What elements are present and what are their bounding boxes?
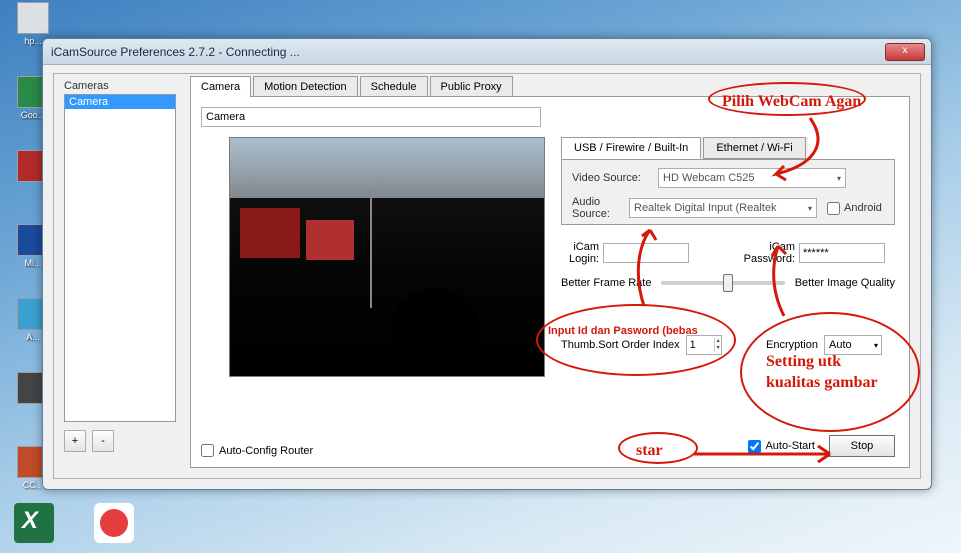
desktop-icon-label: hp... [24, 36, 42, 46]
cameras-list[interactable]: Camera [64, 94, 176, 422]
video-source-select[interactable]: HD Webcam C525 [658, 168, 846, 188]
window-title: iCamSource Preferences 2.7.2 - Connectin… [51, 45, 885, 59]
thumbsort-spinner[interactable]: 1 [686, 335, 722, 355]
cameras-label: Cameras [64, 80, 176, 92]
tab-motion[interactable]: Motion Detection [253, 76, 358, 97]
camera-preview [229, 137, 545, 377]
autostart-checkbox[interactable] [748, 440, 761, 453]
desktop-icon-label: A... [26, 332, 40, 342]
icam-login-label: iCam Login: [561, 241, 599, 265]
tab-proxy[interactable]: Public Proxy [430, 76, 513, 97]
list-item[interactable]: Camera [65, 95, 175, 109]
tab-ethernet[interactable]: Ethernet / Wi-Fi [703, 137, 805, 159]
stop-button[interactable]: Stop [829, 435, 895, 457]
desktop-icon-label: CC... [23, 480, 44, 490]
video-source-label: Video Source: [572, 172, 658, 184]
android-checkbox[interactable] [827, 202, 840, 215]
remove-camera-button[interactable]: - [92, 430, 114, 452]
preferences-window: iCamSource Preferences 2.7.2 - Connectin… [42, 38, 932, 490]
autoconfig-label: Auto-Config Router [219, 445, 313, 457]
autostart-label: Auto-Start [765, 440, 815, 452]
android-label: Android [844, 202, 882, 214]
desktop-icon-label: Mi... [25, 258, 42, 268]
close-button[interactable]: x [885, 43, 925, 61]
source-group: Video Source: HD Webcam C525 Audio Sourc… [561, 159, 895, 225]
quality-slider[interactable] [661, 281, 784, 285]
icam-login-input[interactable] [603, 243, 689, 263]
thumbsort-label: Thumb.Sort Order Index [561, 339, 680, 351]
tab-schedule[interactable]: Schedule [360, 76, 428, 97]
audio-source-label: Audio Source: [572, 196, 629, 220]
camera-name-input[interactable] [201, 107, 541, 127]
autoconfig-checkbox[interactable] [201, 444, 214, 457]
audio-source-select[interactable]: Realtek Digital Input (Realtek [629, 198, 817, 218]
encryption-label: Encryption [766, 339, 818, 351]
tab-usb[interactable]: USB / Firewire / Built-In [561, 137, 701, 159]
icam-password-label: iCam Password: [739, 241, 795, 265]
tab-camera[interactable]: Camera [190, 76, 251, 97]
slider-left-label: Better Frame Rate [561, 277, 651, 289]
nitro-icon[interactable] [94, 503, 134, 543]
slider-right-label: Better Image Quality [795, 277, 895, 289]
icam-password-input[interactable] [799, 243, 885, 263]
encryption-select[interactable]: Auto [824, 335, 882, 355]
excel-icon[interactable] [14, 503, 54, 543]
add-camera-button[interactable]: + [64, 430, 86, 452]
